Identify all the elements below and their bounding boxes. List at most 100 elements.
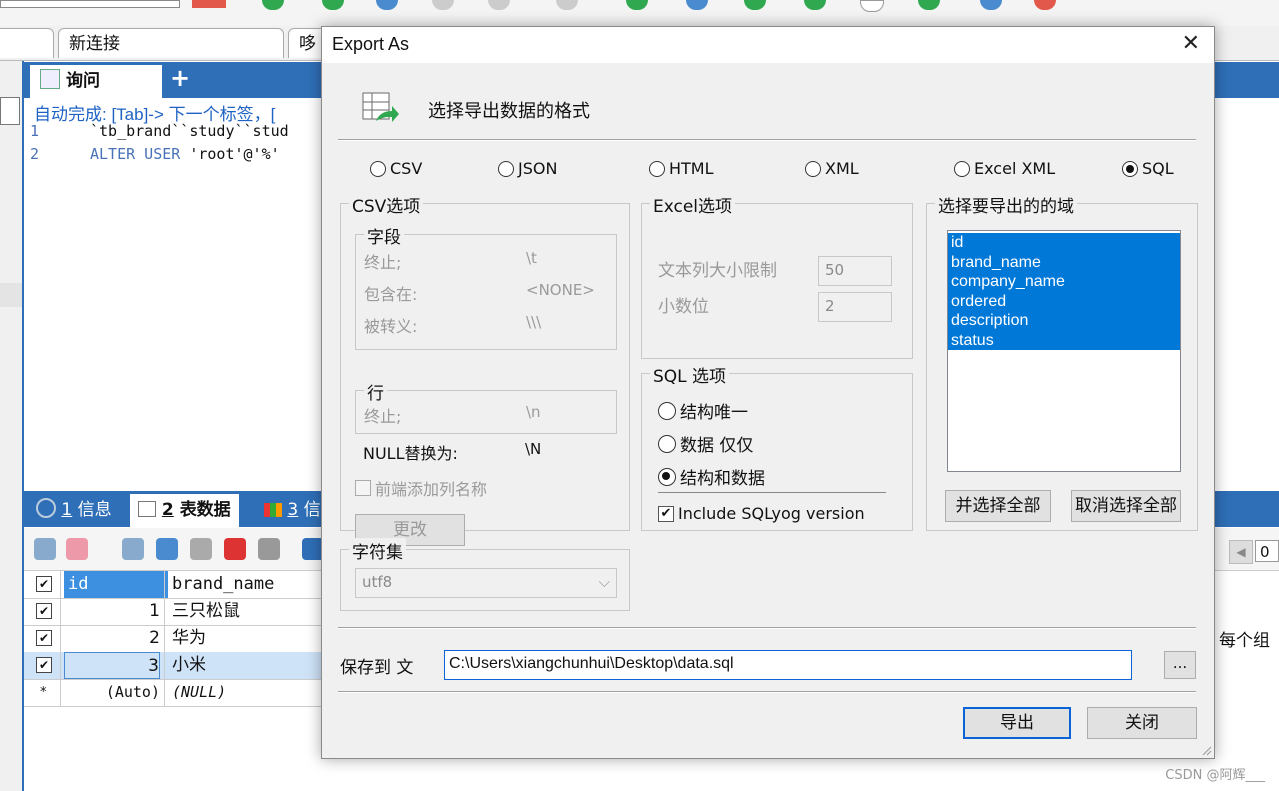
list-item[interactable]: ordered	[948, 291, 1180, 311]
prev-page-button[interactable]: ◀	[1229, 540, 1253, 564]
table-row[interactable]: ✔ 2 华为	[24, 625, 324, 653]
browse-button[interactable]: ...	[1164, 651, 1196, 679]
page-input[interactable]: 0	[1255, 540, 1279, 562]
tab-num: 3	[287, 500, 299, 520]
export-icon[interactable]	[1034, 0, 1056, 10]
tab-num: 1	[61, 500, 73, 520]
column-header-id[interactable]: id	[64, 571, 168, 598]
list-item[interactable]: description	[948, 311, 1180, 331]
row-checkbox[interactable]: ✔	[36, 630, 52, 646]
copy-icon[interactable]	[980, 0, 1002, 10]
format-radio-xml[interactable]: XML	[805, 159, 859, 178]
watermark: CSDN @阿辉___	[1165, 768, 1265, 783]
column-header-brand-name[interactable]: brand_name	[168, 571, 328, 598]
stop-icon[interactable]	[192, 0, 226, 8]
insert-row-icon[interactable]	[34, 538, 56, 560]
database-selector[interactable]	[0, 97, 20, 125]
format-radio-sql[interactable]: SQL	[1122, 159, 1174, 178]
radio-label: HTML	[669, 159, 714, 178]
table-icon[interactable]	[432, 0, 454, 10]
row-checkbox[interactable]: ✔	[36, 603, 52, 619]
connection-tab-new[interactable]: 新连接	[58, 28, 284, 58]
tab-info[interactable]: 3 信	[264, 494, 321, 527]
connection-tab[interactable]	[0, 28, 54, 58]
row-checkbox[interactable]: ✔	[36, 657, 52, 673]
divider	[338, 139, 1196, 141]
tab-label: 信	[303, 500, 321, 520]
escaped-value[interactable]: \\\	[526, 313, 541, 331]
cell-id[interactable]: 3	[64, 652, 160, 679]
format-icon[interactable]	[376, 0, 398, 10]
include-version-checkbox[interactable]: ✔ Include SQLyog version	[658, 504, 865, 523]
tab-messages[interactable]: 1 信息	[36, 494, 112, 527]
grid-icon[interactable]	[488, 0, 510, 10]
backup-icon[interactable]	[686, 0, 708, 10]
format-radio-csv[interactable]: CSV	[370, 159, 422, 178]
sync-icon[interactable]	[804, 0, 826, 10]
cell-id[interactable]: 1	[64, 598, 160, 625]
tab-table-data[interactable]: 2 表数据	[130, 494, 239, 527]
import-icon[interactable]	[626, 0, 648, 10]
query-icon	[40, 69, 60, 89]
fields-listbox[interactable]: id brand_name company_name ordered descr…	[947, 230, 1181, 472]
execute-icon[interactable]	[262, 0, 284, 10]
save-path-input[interactable]: C:\Users\xiangchunhui\Desktop\data.sql	[444, 650, 1132, 680]
add-header-checkbox[interactable]: 前端添加列名称	[355, 476, 487, 500]
cancel-icon[interactable]	[258, 538, 280, 560]
deselect-all-button[interactable]: 取消选择全部	[1071, 490, 1181, 522]
duplicate-row-icon[interactable]	[122, 538, 144, 560]
select-all-checkbox[interactable]: ✔	[36, 576, 52, 592]
text-limit-input[interactable]: 50	[818, 256, 892, 286]
sql-radio-structure-only[interactable]: 结构唯一	[658, 398, 748, 423]
schema-icon[interactable]	[556, 0, 578, 10]
tab-query[interactable]: 询问	[30, 65, 162, 98]
cell-id[interactable]: (Auto)	[64, 679, 160, 706]
main-toolbar	[0, 0, 1279, 26]
list-item[interactable]: company_name	[948, 272, 1180, 292]
format-radio-json[interactable]: JSON	[498, 159, 557, 178]
cell-brand-name[interactable]: 华为	[168, 625, 328, 652]
format-radio-html[interactable]: HTML	[649, 159, 714, 178]
cell-brand-name[interactable]: 小米	[168, 652, 328, 679]
table-row[interactable]: ✔ 1 三只松鼠	[24, 598, 324, 626]
list-item[interactable]: id	[948, 233, 1180, 253]
table-row-selected[interactable]: ✔ 3 小米	[24, 652, 324, 680]
circle-icon[interactable]	[860, 0, 884, 12]
copy-row-icon[interactable]	[156, 538, 178, 560]
sql-radio-structure-and-data[interactable]: 结构和数据	[658, 464, 765, 489]
charset-select[interactable]: utf8 ⌵	[355, 568, 617, 598]
enclosed-value[interactable]: <NONE>	[526, 281, 595, 299]
excel-options-group: Excel选项 文本列大小限制 50 小数位 2	[641, 192, 913, 359]
export-button[interactable]: 导出	[963, 707, 1071, 739]
null-replace-value[interactable]: \N	[525, 440, 541, 458]
list-item[interactable]: status	[948, 330, 1180, 350]
execute-all-icon[interactable]	[322, 0, 344, 10]
save-icon[interactable]	[190, 538, 212, 560]
add-tab-button[interactable]: +	[170, 64, 190, 92]
cell-brand-name[interactable]: (NULL)	[168, 679, 328, 706]
list-item[interactable]: brand_name	[948, 252, 1180, 272]
tree-item[interactable]	[0, 283, 22, 307]
decimal-input[interactable]: 2	[818, 292, 892, 322]
search-box[interactable]	[0, 0, 180, 8]
check-icon[interactable]	[918, 0, 940, 10]
line-group-label: 行	[364, 379, 387, 404]
cell-id[interactable]: 2	[64, 625, 160, 652]
close-button[interactable]: 关闭	[1087, 707, 1197, 739]
radio-label: 结构唯一	[680, 403, 748, 423]
refresh-icon[interactable]	[744, 0, 766, 10]
delete-icon[interactable]	[224, 538, 246, 560]
line-terminated-value[interactable]: \n	[526, 403, 541, 421]
close-icon[interactable]: ✕	[1182, 31, 1200, 56]
format-radio-excel-xml[interactable]: Excel XML	[954, 159, 1055, 178]
csv-options-label: CSV选项	[349, 192, 424, 217]
query-editor[interactable]: 自动完成: [Tab]-> 下一个标签，[ 1 `tb_brand``study…	[24, 98, 324, 488]
cell-brand-name[interactable]: 三只松鼠	[168, 598, 328, 625]
view-mode-icon[interactable]	[66, 538, 88, 560]
table-row-new[interactable]: * (Auto) (NULL)	[24, 679, 324, 707]
new-row-marker: *	[40, 685, 47, 700]
resize-grip-icon[interactable]	[1200, 744, 1212, 756]
sql-radio-data-only[interactable]: 数据 仅仅	[658, 431, 753, 456]
select-all-button[interactable]: 并选择全部	[945, 490, 1051, 522]
terminated-value[interactable]: \t	[526, 249, 537, 267]
